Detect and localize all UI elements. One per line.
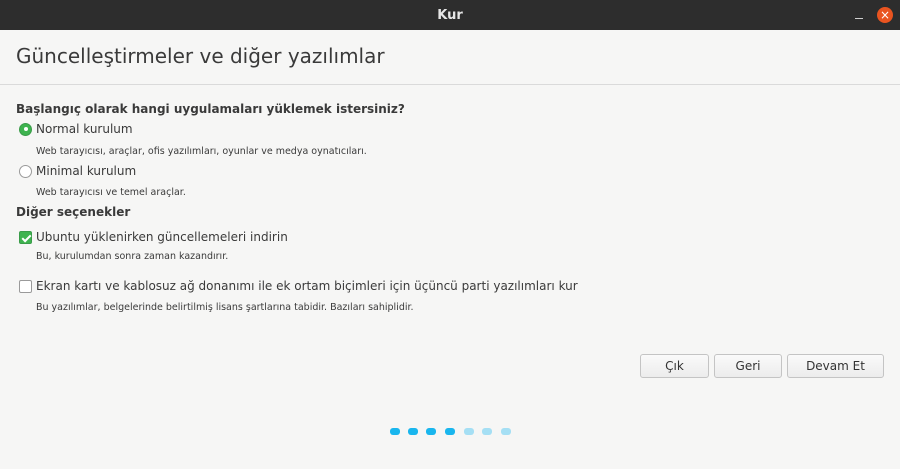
radio-selected-icon[interactable] <box>19 122 32 136</box>
close-icon[interactable]: × <box>877 7 893 23</box>
third-party-description: Bu yazılımlar, belgelerinde belirtilmiş … <box>36 302 414 313</box>
download-updates-label[interactable]: Ubuntu yüklenirken güncellemeleri indiri… <box>36 230 288 244</box>
minimal-install-radio[interactable]: Minimal kurulum <box>19 163 136 179</box>
progress-dot-4 <box>445 428 455 435</box>
download-updates-description: Bu, kurulumdan sonra zaman kazandırır. <box>36 251 229 262</box>
normal-install-label[interactable]: Normal kurulum <box>36 122 133 136</box>
page-header: Güncelleştirmeler ve diğer yazılımlar <box>0 30 900 85</box>
radio-unselected-icon[interactable] <box>19 164 32 178</box>
page-title: Güncelleştirmeler ve diğer yazılımlar <box>16 44 385 68</box>
third-party-label[interactable]: Ekran kartı ve kablosuz ağ donanımı ile … <box>36 279 578 293</box>
continue-button[interactable]: Devam Et <box>787 354 884 378</box>
install-type-question: Başlangıç olarak hangi uygulamaları yükl… <box>16 102 405 116</box>
minimal-install-label[interactable]: Minimal kurulum <box>36 164 136 178</box>
progress-dot-6 <box>482 428 492 435</box>
quit-button[interactable]: Çık <box>640 354 709 378</box>
other-options-title: Diğer seçenekler <box>16 205 131 219</box>
minimize-icon[interactable] <box>851 7 867 23</box>
progress-dot-2 <box>408 428 418 435</box>
normal-install-radio[interactable]: Normal kurulum <box>19 121 133 137</box>
checkbox-checked-icon[interactable] <box>19 230 32 244</box>
normal-install-description: Web tarayıcısı, araçlar, ofis yazılımlar… <box>36 146 367 157</box>
progress-dot-7 <box>501 428 511 435</box>
window-title: Kur <box>437 8 463 23</box>
progress-dot-3 <box>426 428 436 435</box>
checkbox-unchecked-icon[interactable] <box>19 279 32 293</box>
title-bar: Kur × <box>0 0 900 30</box>
back-button[interactable]: Geri <box>714 354 782 378</box>
progress-dot-1 <box>390 428 400 435</box>
third-party-checkbox[interactable]: Ekran kartı ve kablosuz ağ donanımı ile … <box>19 278 578 294</box>
progress-dot-5 <box>464 428 474 435</box>
download-updates-checkbox[interactable]: Ubuntu yüklenirken güncellemeleri indiri… <box>19 229 288 245</box>
minimal-install-description: Web tarayıcısı ve temel araçlar. <box>36 187 186 198</box>
